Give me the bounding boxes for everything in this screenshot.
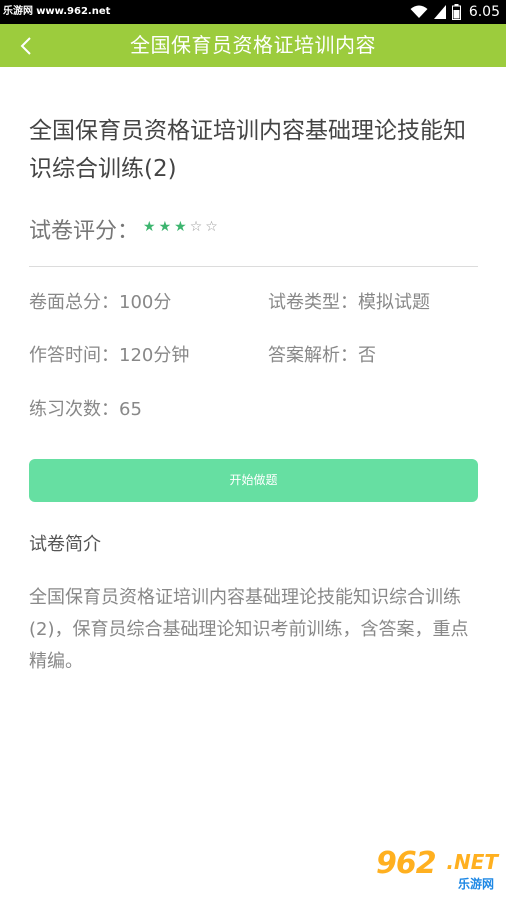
star-empty-icon: ☆ — [189, 219, 203, 235]
divider — [29, 266, 478, 267]
app-bar: 全国保育员资格证培训内容 — [0, 24, 506, 67]
practice-count: 练习次数：65 — [29, 399, 142, 420]
rating-row: 试卷评分： ★ ★ ★ ☆ ☆ — [29, 211, 218, 247]
page-title: 全国保育员资格证培训内容 — [130, 33, 376, 57]
watermark-logo-cn: 乐游网 — [457, 877, 494, 891]
star-filled-icon: ★ — [174, 219, 187, 235]
chevron-left-icon — [20, 37, 31, 55]
start-exam-button[interactable]: 开始做题 — [29, 459, 478, 502]
watermark-site: 乐游网 — [3, 6, 33, 17]
answer-time: 作答时间：120分钟 — [29, 345, 190, 366]
star-empty-icon: ☆ — [205, 219, 218, 235]
rating-label: 试卷评分： — [29, 219, 140, 244]
intro-text: 全国保育员资格证培训内容基础理论技能知识综合训练(2)，保育员综合基础理论知识考… — [29, 587, 469, 672]
total-score: 卷面总分：100分 — [29, 292, 172, 313]
battery-icon — [451, 4, 461, 20]
watermark-logo-number: 962 — [376, 846, 437, 881]
watermark-logo-suffix: .NET — [446, 850, 498, 874]
watermark-url: www.962.net — [36, 6, 111, 17]
watermark-logo: 962 .NET 乐游网 — [372, 846, 500, 892]
status-bar: 乐游网 www.962.net 6.05 — [0, 0, 506, 24]
wifi-icon — [410, 5, 428, 18]
star-filled-icon: ★ — [158, 219, 172, 235]
rating-stars: ★ ★ ★ ☆ ☆ — [143, 220, 218, 234]
signal-icon — [433, 5, 446, 19]
answer-analysis: 答案解析：否 — [268, 345, 376, 366]
exam-title: 全国保育员资格证培训内容基础理论技能知识综合训练(2) — [29, 118, 466, 182]
intro-heading: 试卷简介 — [29, 534, 101, 555]
watermark-text: 乐游网 www.962.net — [0, 4, 113, 20]
back-button[interactable] — [10, 30, 42, 62]
clock: 6.05 — [468, 4, 500, 20]
star-filled-icon: ★ — [143, 219, 156, 235]
exam-type: 试卷类型：模拟试题 — [268, 292, 430, 313]
status-icons: 6.05 — [410, 2, 500, 22]
